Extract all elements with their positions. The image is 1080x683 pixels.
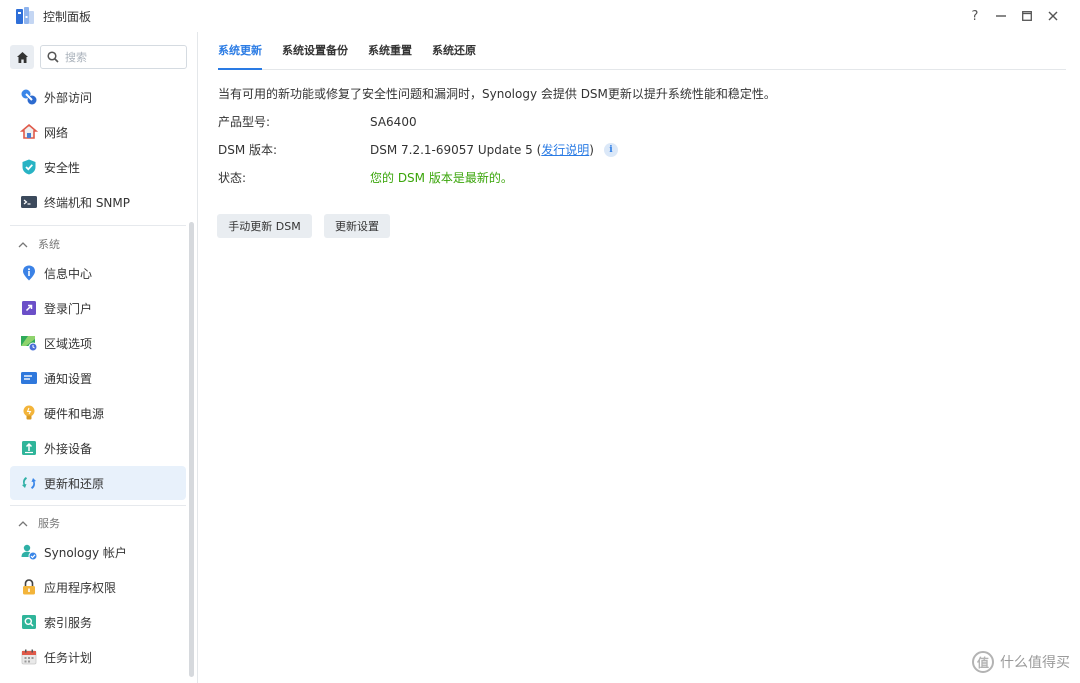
chevron-up-icon [18, 241, 28, 247]
sidebar-item-label: 终端机和 SNMP [44, 195, 130, 210]
info-icon[interactable]: i [603, 142, 618, 157]
sidebar-item-terminal-snmp[interactable]: 终端机和 SNMP [10, 185, 186, 219]
sidebar-item-synology-account[interactable]: Synology 帐户 [10, 535, 186, 569]
regional-options-icon [20, 334, 38, 352]
sidebar-item-label: 通知设置 [44, 371, 93, 386]
sidebar-item-label: 区域选项 [44, 336, 93, 351]
dsm-version-value: DSM 7.2.1-69057 Update 5 (发行说明) i [370, 141, 618, 158]
notification-icon [20, 369, 38, 387]
status-label: 状态: [218, 171, 247, 185]
home-icon [16, 51, 28, 63]
tab-system-reset[interactable]: 系统重置 [368, 31, 412, 69]
dsm-version-label: DSM 版本: [218, 143, 278, 157]
group-system[interactable]: 系统 [18, 236, 60, 252]
update-restore-icon [20, 474, 38, 492]
watermark-logo-icon: 值 [972, 651, 994, 673]
terminal-icon [20, 193, 38, 211]
sidebar: 外部访问 网络 安全性 终端机和 SNMP 系统 信息中心 登录门户 [0, 32, 198, 683]
tab-settings-backup[interactable]: 系统设置备份 [282, 31, 348, 69]
control-panel-icon [15, 6, 35, 26]
status-value: 您的 DSM 版本是最新的。 [370, 171, 513, 185]
sidebar-item-label: Synology 帐户 [44, 545, 127, 560]
watermark-text: 什么值得买 [1000, 655, 1070, 671]
search-icon [47, 51, 59, 63]
main-panel: 系统更新 系统设置备份 系统重置 系统还原 当有可用的新功能或修复了安全性问题和… [198, 32, 1080, 683]
dsm-version-suffix: ) [589, 142, 594, 157]
sidebar-item-label: 应用程序权限 [44, 580, 117, 595]
title-bar: 控制面板 ? [0, 0, 1080, 32]
sidebar-item-update-restore[interactable]: 更新和还原 [10, 466, 186, 500]
sidebar-item-network[interactable]: 网络 [10, 115, 186, 149]
calendar-icon [20, 648, 38, 666]
search-box [40, 45, 187, 69]
divider [10, 505, 186, 506]
maximize-icon[interactable] [1014, 6, 1040, 26]
sidebar-item-label: 更新和还原 [44, 476, 105, 491]
tab-system-update[interactable]: 系统更新 [218, 31, 262, 70]
update-settings-button[interactable]: 更新设置 [324, 214, 390, 238]
minimize-icon[interactable] [988, 6, 1014, 26]
sidebar-item-hardware-power[interactable]: 硬件和电源 [10, 396, 186, 430]
sidebar-item-indexing-service[interactable]: 索引服务 [10, 605, 186, 639]
release-notes-link[interactable]: 发行说明 [541, 141, 589, 158]
sidebar-item-task-scheduler[interactable]: 任务计划 [10, 640, 186, 674]
home-button[interactable] [10, 45, 34, 69]
search-input[interactable] [65, 50, 175, 64]
tab-system-restore[interactable]: 系统还原 [432, 31, 476, 69]
group-services[interactable]: 服务 [18, 515, 60, 531]
model-label: 产品型号: [218, 115, 271, 129]
sidebar-item-label: 索引服务 [44, 615, 93, 630]
divider [10, 225, 186, 226]
group-label: 系统 [38, 238, 60, 251]
chevron-up-icon [18, 520, 28, 526]
sidebar-item-security[interactable]: 安全性 [10, 150, 186, 184]
external-device-icon [20, 439, 38, 457]
sidebar-item-label: 任务计划 [44, 650, 93, 665]
external-access-icon [20, 88, 38, 106]
info-center-icon [20, 264, 38, 282]
close-icon[interactable] [1040, 6, 1066, 26]
group-label: 服务 [38, 517, 60, 530]
dsm-version-text: DSM 7.2.1-69057 Update 5 ( [370, 142, 542, 157]
model-row: 产品型号: SA6400 [218, 113, 417, 130]
login-portal-icon [20, 299, 38, 317]
sidebar-item-label: 外部访问 [44, 90, 93, 105]
sidebar-item-info-center[interactable]: 信息中心 [10, 256, 186, 290]
bulb-icon [20, 404, 38, 422]
model-value: SA6400 [370, 114, 417, 129]
lock-icon [20, 578, 38, 596]
sidebar-item-external-access[interactable]: 外部访问 [10, 80, 186, 114]
synology-account-icon [20, 543, 38, 561]
network-house-icon [20, 123, 38, 141]
tab-bar: 系统更新 系统设置备份 系统重置 系统还原 [218, 32, 1066, 70]
window-title: 控制面板 [43, 10, 92, 24]
sidebar-item-label: 信息中心 [44, 266, 93, 281]
index-search-icon [20, 613, 38, 631]
dsm-version-row: DSM 版本: DSM 7.2.1-69057 Update 5 (发行说明) … [218, 141, 618, 158]
sidebar-item-label: 网络 [44, 125, 69, 140]
sidebar-item-label: 硬件和电源 [44, 406, 105, 421]
help-icon[interactable]: ? [962, 6, 988, 26]
sidebar-item-label: 登录门户 [44, 301, 93, 316]
sidebar-item-regional-options[interactable]: 区域选项 [10, 326, 186, 360]
shield-icon [20, 158, 38, 176]
sidebar-item-label: 外接设备 [44, 441, 93, 456]
update-description: 当有可用的新功能或修复了安全性问题和漏洞时，Synology 会提供 DSM更新… [218, 87, 776, 101]
watermark: 值 什么值得买 [972, 651, 1070, 673]
sidebar-item-label: 安全性 [44, 160, 81, 175]
manual-update-dsm-button[interactable]: 手动更新 DSM [217, 214, 312, 238]
sidebar-item-app-privileges[interactable]: 应用程序权限 [10, 570, 186, 604]
sidebar-scrollbar[interactable] [189, 222, 194, 677]
sidebar-item-login-portal[interactable]: 登录门户 [10, 291, 186, 325]
sidebar-item-external-device[interactable]: 外接设备 [10, 431, 186, 465]
sidebar-item-notification[interactable]: 通知设置 [10, 361, 186, 395]
status-row: 状态: 您的 DSM 版本是最新的。 [218, 169, 513, 186]
